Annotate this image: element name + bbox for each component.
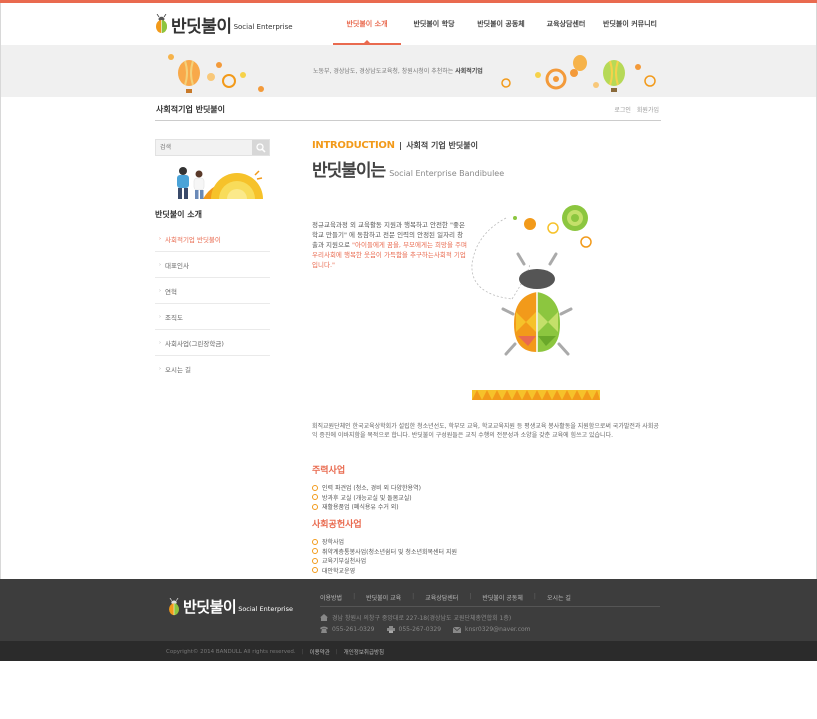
section-title-main-business: 주력사업: [312, 466, 346, 476]
footer-phone: 055-261-0329: [320, 626, 375, 633]
footer-address: 경남 창원시 의창구 중앙대로 227-18(경상남도 교원단체총연합회 1층): [320, 613, 511, 622]
footer-link-usage[interactable]: 이용방법: [320, 593, 342, 602]
firefly-logo-icon: [169, 597, 179, 615]
chevron-right-icon: ›: [159, 366, 161, 372]
footer-link-community-group[interactable]: 반딧불이 공동체: [482, 593, 523, 602]
lnb-item-greeting[interactable]: › 대표인사: [155, 252, 270, 278]
logo-subtext: Social Enterprise: [233, 22, 293, 31]
member-links: 로그인 회원가입: [614, 105, 659, 114]
lnb-item-social-enterprise[interactable]: › 사회적기업 반딧불이: [155, 226, 270, 252]
search-button[interactable]: [252, 140, 269, 155]
list-item: 교육기부실천사업: [312, 556, 612, 566]
balloon-decoration-left: [168, 54, 264, 93]
footer-contact: 055-261-0329 055-267-0329 knsr0329@naver…: [320, 626, 543, 633]
intro-label-en: INTRODUCTION: [312, 140, 395, 151]
bullet-icon: [312, 484, 318, 491]
gnb-item-academy[interactable]: 반딧불이 학당: [401, 3, 467, 45]
chevron-right-icon: ›: [159, 261, 161, 268]
footer-fax: 055-267-0329: [386, 626, 441, 633]
copyright-area: Copyright© 2014 BANDULL All rights reser…: [166, 648, 385, 656]
chevron-right-icon: ›: [159, 339, 161, 346]
page-title-en: Social Enterprise Bandibulee: [389, 169, 505, 178]
footer-logo[interactable]: 반딧불이 Social Enterprise: [168, 596, 293, 617]
terms-link[interactable]: 이용약관: [310, 648, 330, 656]
intro-label-ko: 사회적 기업 반딧불이: [406, 141, 478, 150]
list-item: 방과후 교실 (개능교실 및 돌봄교실): [312, 493, 612, 503]
bullet-icon: [312, 538, 318, 545]
search-input[interactable]: [156, 140, 252, 155]
footer-nav: 이용방법 | 반딧불이 교육 | 교육상담센터 | 반딧불이 공동체 | 오시는…: [320, 593, 571, 602]
footer-logo-text: 반딧불이: [183, 598, 237, 616]
social-contribution-list: 장학사업 취약계층통봉사업(청소년쉼터 및 청소년회복센터 지원 교육기부실천사…: [312, 537, 612, 575]
footer-divider: [320, 606, 660, 607]
sub-page-title: 사회적기업 반딧불이: [156, 105, 226, 114]
section-title-social-contribution: 사회공헌사업: [312, 520, 362, 530]
join-link[interactable]: 회원가입: [637, 105, 659, 114]
footer-link-counsel[interactable]: 교육상담센터: [425, 593, 458, 602]
gnb-item-counsel-center[interactable]: 교육상담센터: [535, 3, 597, 45]
printer-icon: [386, 626, 395, 633]
footer-link-education[interactable]: 반딧불이 교육: [366, 593, 401, 602]
description-paragraph: 회직교원단체인 한국교육상학회가 설립한 청소년선도, 학부모 교육, 학교교육…: [312, 423, 659, 439]
list-item: 대안학교운영: [312, 566, 612, 576]
gnb-item-intro[interactable]: 반딧불이 소개: [333, 3, 401, 45]
site-logo[interactable]: 반딧불이 Social Enterprise: [155, 12, 293, 37]
heading-divider: [399, 141, 402, 150]
sidebar-illustration: [177, 167, 263, 199]
login-link[interactable]: 로그인: [614, 105, 631, 114]
firefly-logo-icon: [156, 14, 167, 33]
firefly-illustration: [471, 205, 600, 400]
bullet-icon: [312, 548, 318, 555]
home-icon: [320, 614, 328, 621]
list-item: 인력 파견업 (청소, 경비 외 다양한용역): [312, 483, 612, 493]
global-nav: 반딧불이 소개 반딧불이 학당 반딧불이 공동체 교육상담센터 반딧불이 커뮤니…: [333, 3, 663, 45]
lnb-item-organization[interactable]: › 조직도: [155, 304, 270, 330]
sub-header-divider: [155, 120, 661, 121]
bullet-icon: [312, 503, 318, 510]
logo-text: 반딧불이: [171, 16, 232, 37]
main-business-list: 인력 파견업 (청소, 경비 외 다양한용역) 방과후 교실 (개능교실 및 돌…: [312, 483, 612, 512]
lnb-item-directions[interactable]: › 오시는 길: [155, 356, 270, 382]
footer-logo-subtext: Social Enterprise: [238, 605, 293, 613]
mail-icon: [453, 626, 462, 633]
local-nav: › 사회적기업 반딧불이 › 대표인사 › 연혁 › 조직도 › 사회사업(그린장학금) …: [155, 226, 270, 382]
lnb-title: 반딧불이 소개: [155, 210, 202, 219]
phone-icon: [320, 626, 328, 633]
bullet-icon: [312, 494, 318, 501]
list-item: 재활용품업 (폐식용유 수거 외): [312, 502, 612, 512]
lnb-item-scholarship[interactable]: › 사회사업(그린장학금): [155, 330, 270, 356]
banner-text: 노동부, 경상남도, 경상남도교육청, 창원시청이 추천하는 사회적기업: [313, 68, 483, 75]
copyright-text: Copyright© 2014 BANDULL All rights reser…: [166, 649, 296, 655]
intro-heading: INTRODUCTION 사회적 기업 반딧불이: [312, 140, 478, 151]
lnb-item-history[interactable]: › 연혁: [155, 278, 270, 304]
privacy-link[interactable]: 개인정보취급방침: [344, 648, 384, 656]
search-icon: [255, 142, 266, 153]
chevron-right-icon: ›: [159, 235, 161, 242]
chevron-right-icon: ›: [159, 287, 161, 294]
footer-link-directions[interactable]: 오시는 길: [547, 593, 571, 602]
bullet-icon: [312, 557, 318, 564]
balloon-decoration-right: [501, 55, 656, 92]
page-title-ko: 반딧불이는: [312, 161, 386, 181]
sub-header: 사회적기업 반딧불이 로그인 회원가입: [0, 97, 817, 121]
list-item: 장학사업: [312, 537, 612, 547]
gnb-item-community[interactable]: 반딧불이 커뮤니티: [597, 3, 663, 45]
search-box: [155, 139, 270, 156]
page-title: 반딧불이는 Social Enterprise Bandibulee: [312, 156, 504, 181]
footer-email: knsr0329@naver.com: [453, 626, 531, 633]
list-item: 취약계층통봉사업(청소년쉼터 및 청소년회복센터 지원: [312, 547, 612, 557]
chevron-right-icon: ›: [159, 313, 161, 320]
bullet-icon: [312, 567, 318, 574]
copyright-bar: [0, 641, 817, 661]
top-banner: 노동부, 경상남도, 경상남도교육청, 창원시청이 추천하는 사회적기업: [0, 45, 817, 97]
gnb-item-community-group[interactable]: 반딧불이 공동체: [467, 3, 535, 45]
lead-paragraph: 정규교육과정 외 교육활동 지원과 행복하고 안전한 "좋은 학교 만들기" 에…: [312, 221, 467, 269]
